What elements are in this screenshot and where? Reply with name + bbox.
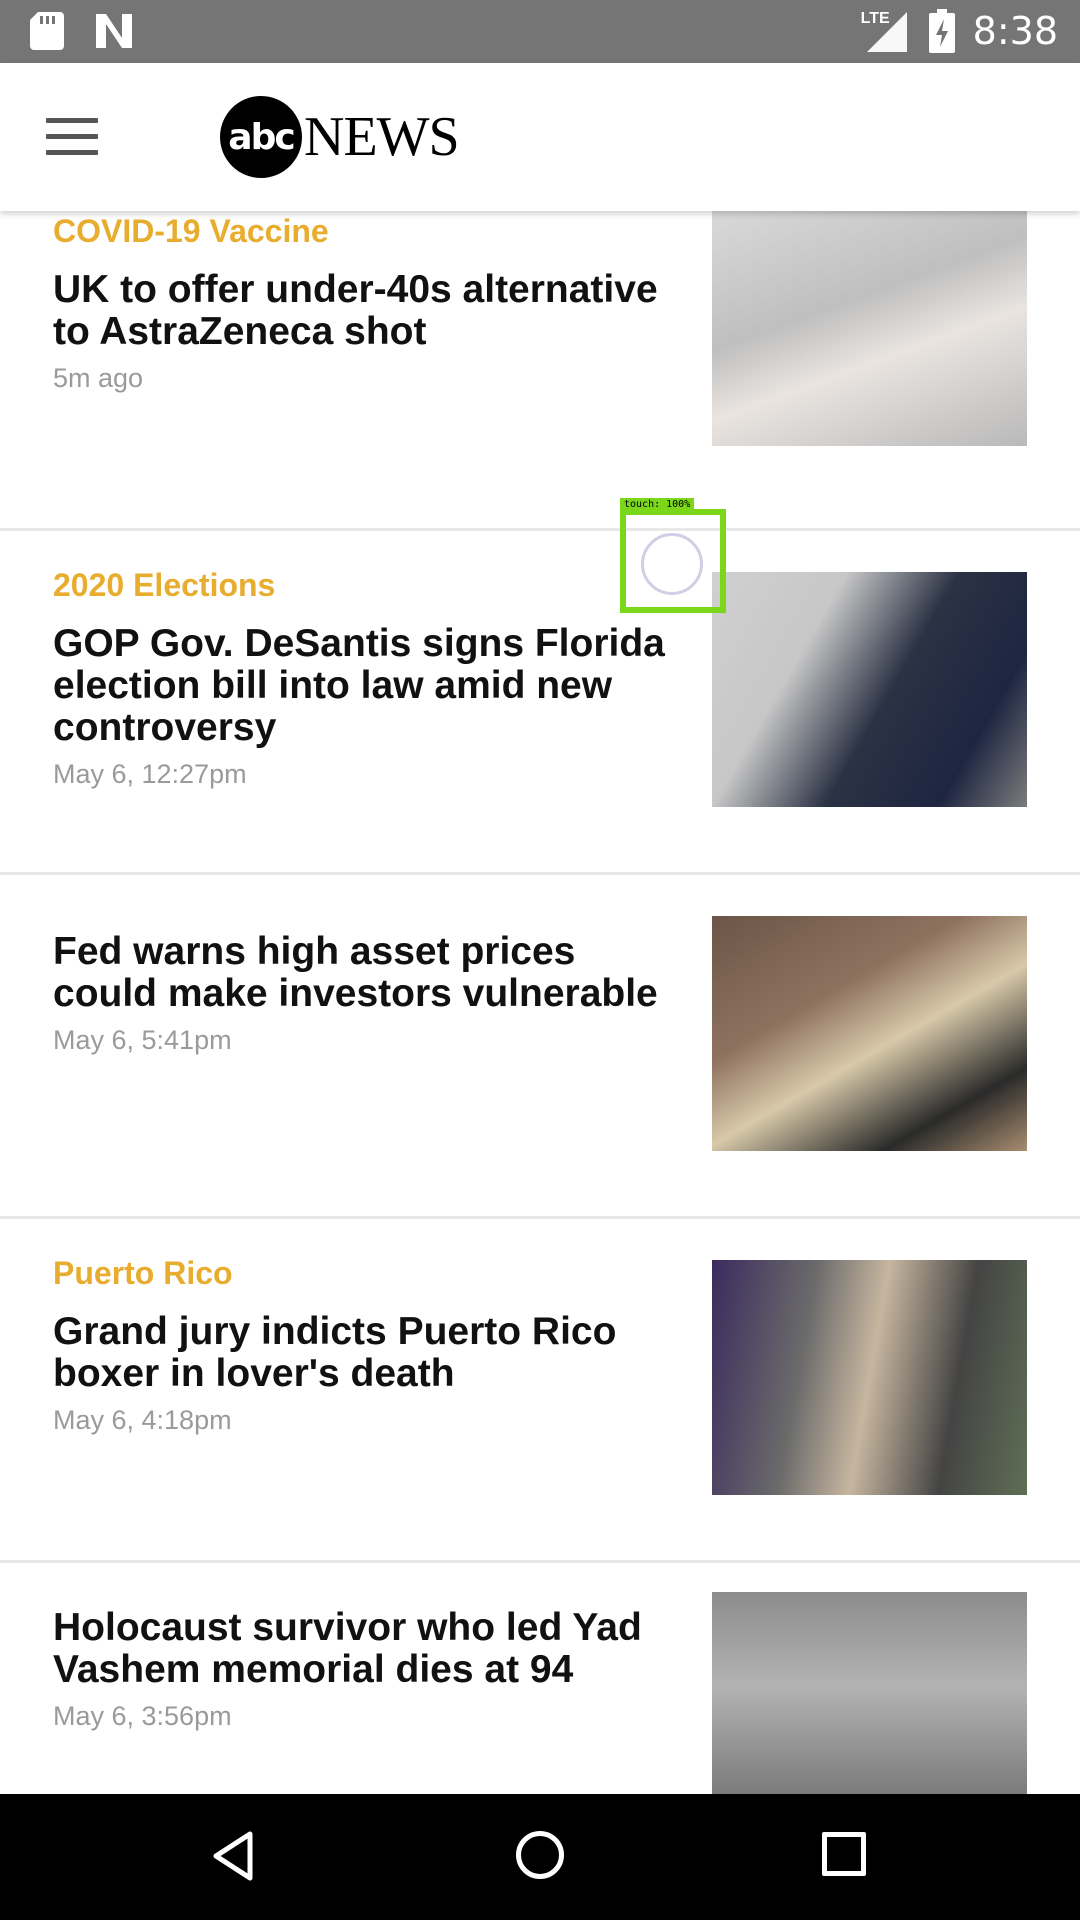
article-card[interactable]: Fed warns high asset prices could make i… [0,875,1080,1219]
article-thumbnail [712,1260,1027,1495]
article-headline: UK to offer under-40s alternative to Ast… [53,268,658,353]
article-timestamp: May 6, 5:41pm [53,1025,232,1055]
article-thumbnail [712,211,1027,446]
lte-signal-icon: LTE [861,8,911,54]
article-headline: Fed warns high asset prices could make i… [53,930,658,1015]
article-headline: Holocaust survivor who led Yad Vashem me… [53,1606,642,1691]
app-bar: abc NEWS [0,63,1080,211]
touch-indicator-circle [641,533,703,595]
logo-news: NEWS [304,106,460,168]
sd-card-icon [30,12,64,50]
article-thumbnail [712,916,1027,1151]
news-feed: COVID-19 Vaccine UK to offer under-40s a… [0,211,1080,1794]
back-icon[interactable] [210,1830,256,1882]
article-headline: Grand jury indicts Puerto Rico boxer in … [53,1310,617,1395]
article-timestamp: 5m ago [53,363,144,393]
home-icon[interactable] [516,1831,564,1879]
article-timestamp: May 6, 12:27pm [53,759,247,789]
article-thumbnail [712,1592,1027,1794]
article-category: Puerto Rico [53,1255,233,1291]
article-card[interactable]: Holocaust survivor who led Yad Vashem me… [0,1563,1080,1794]
clock: 8:38 [972,9,1058,53]
article-timestamp: May 6, 3:56pm [53,1701,232,1731]
article-timestamp: May 6, 4:18pm [53,1405,232,1435]
article-card[interactable]: COVID-19 Vaccine UK to offer under-40s a… [0,211,1080,531]
article-category: 2020 Elections [53,567,276,603]
article-thumbnail [712,572,1027,807]
article-card[interactable]: Puerto Rico Grand jury indicts Puerto Ri… [0,1219,1080,1563]
recent-apps-icon[interactable] [822,1832,866,1876]
n-notification-icon [96,14,132,48]
article-headline: GOP Gov. DeSantis signs Florida election… [53,622,665,749]
abc-news-logo: abc NEWS [220,96,460,178]
battery-charging-icon [928,9,955,53]
article-category: COVID-19 Vaccine [53,213,329,249]
status-bar: LTE 8:38 [0,0,1080,63]
menu-icon[interactable] [46,118,98,158]
system-nav-bar [0,1794,1080,1920]
logo-abc: abc [220,96,302,178]
article-card[interactable]: 2020 Elections GOP Gov. DeSantis signs F… [0,531,1080,875]
